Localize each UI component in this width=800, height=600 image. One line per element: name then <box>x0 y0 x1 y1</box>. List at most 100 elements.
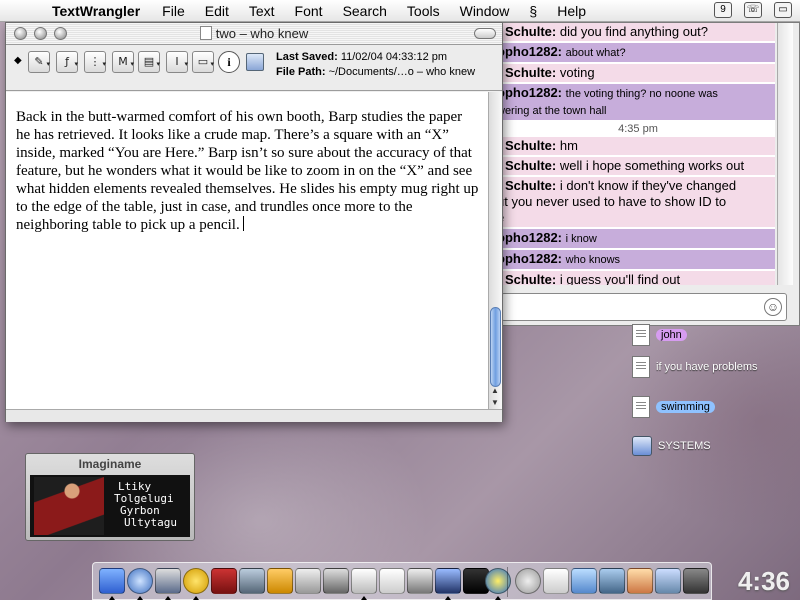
chat-sender: opho1282: <box>501 44 563 59</box>
dock-separator <box>507 567 508 597</box>
chat-message: opho1282: about what? <box>501 43 775 62</box>
system-folder-icon <box>632 436 652 456</box>
scroll-down-arrow-icon[interactable]: ▼ <box>491 398 499 407</box>
desktop-clock: 4:36 <box>737 566 790 596</box>
chat-message-text: did you find anything out? <box>559 24 709 39</box>
network-icon[interactable] <box>323 568 349 594</box>
calculator-icon[interactable] <box>295 568 321 594</box>
desktop-item-if-you-have-problems[interactable]: if you have problems <box>632 356 758 378</box>
mail-icon[interactable] <box>155 568 181 594</box>
chat-message-text: about what? <box>565 47 626 59</box>
chat-message-text: hm <box>559 138 578 153</box>
imaginame-title: Imaginame <box>78 457 142 471</box>
keyboard-layout-icon[interactable]: 9 <box>714 2 732 18</box>
battery-icon[interactable]: ▭ <box>774 2 792 18</box>
gears-icon[interactable] <box>239 568 265 594</box>
document-proxy-icon[interactable] <box>199 26 212 40</box>
chat-transcript: t Schulte: did you find anything out? oph… <box>501 23 775 285</box>
folder-icon[interactable] <box>571 568 597 594</box>
dice-icon[interactable] <box>543 568 569 594</box>
toolbar-toggle-button[interactable] <box>474 28 496 39</box>
chat-message-text: i guess you'll find out <box>559 272 681 285</box>
close-button[interactable] <box>14 27 27 40</box>
file-path-value: ~/Documents/…o – who knew <box>328 66 476 78</box>
chat-message-text: ut you never used to have to show ID to <box>501 194 727 209</box>
menu-file[interactable]: File <box>152 3 195 19</box>
chat-message: t Schulte: did you find anything out? <box>501 23 775 41</box>
textwrangler-window: two – who knew ◆ ✎ ƒ ⋮ M ▤ I ▭ i Last Sa… <box>5 22 503 422</box>
trash-icon[interactable] <box>683 568 709 594</box>
menu-window[interactable]: Window <box>450 3 520 19</box>
finder-icon[interactable] <box>99 568 125 594</box>
pencil-doc-icon[interactable] <box>379 568 405 594</box>
dashboard-icon[interactable] <box>435 568 461 594</box>
chat-sender: t Schulte: <box>501 65 557 80</box>
smiley-icon[interactable]: ☺ <box>764 298 782 316</box>
text-editor-area[interactable]: Back in the butt-warmed comfort of his o… <box>6 92 490 409</box>
robot-icon[interactable] <box>407 568 433 594</box>
file-metadata: Last Saved: 11/02/04 04:33:12 pm File Pa… <box>276 50 475 80</box>
minimize-button[interactable] <box>34 27 47 40</box>
downloads-folder-icon[interactable] <box>655 568 681 594</box>
chat-window: t Schulte: did you find anything out? oph… <box>494 22 800 326</box>
chat-message: t Schulte: hm <box>501 137 775 155</box>
navigation-diamond-icon[interactable]: ◆ <box>14 55 22 66</box>
scroll-up-arrow-icon[interactable]: ▲ <box>491 386 499 395</box>
chat-message-text: who knows <box>565 254 621 266</box>
chat-message: opho1282: the voting thing? no noone was… <box>501 84 775 120</box>
mark-menu-icon[interactable]: M <box>112 51 134 74</box>
menu-edit[interactable]: Edit <box>195 3 239 19</box>
desktop-item-label: if you have problems <box>656 361 758 373</box>
menu-help[interactable]: Help <box>547 3 596 19</box>
desktop-item-label: swimming <box>656 401 715 413</box>
documents-folder-icon[interactable] <box>599 568 625 594</box>
document-options-icon[interactable]: ▤ <box>138 51 160 74</box>
chat-sender: t Schulte: <box>501 158 557 173</box>
last-saved-value: 11/02/04 04:33:12 pm <box>340 51 448 63</box>
window-title-bar[interactable]: two – who knew <box>6 23 502 45</box>
chat-sender: t Schulte: <box>501 24 557 39</box>
menu-tools[interactable]: Tools <box>397 3 450 19</box>
chat-sender: opho1282: <box>501 85 563 100</box>
editor-scrollbar[interactable]: ▲ ▼ <box>488 92 502 409</box>
document-icon <box>632 356 650 378</box>
document-body-text: Back in the butt-warmed comfort of his o… <box>16 109 479 233</box>
running-indicator-icon <box>495 596 501 600</box>
tools-icon[interactable] <box>211 568 237 594</box>
chat-message: opho1282: who knows <box>501 250 775 269</box>
menu-text[interactable]: Text <box>239 3 285 19</box>
applications-folder-icon[interactable] <box>627 568 653 594</box>
folder-menu-icon[interactable]: ▭ <box>192 51 214 74</box>
address-book-icon[interactable] <box>267 568 293 594</box>
info-icon[interactable]: i <box>218 51 240 73</box>
phone-icon[interactable]: ☏ <box>744 2 762 18</box>
imaginame-widget[interactable]: Imaginame Ltiky Tolgelugi Gyrbon Ultytag… <box>25 453 195 541</box>
chat-message: opho1282: i know <box>501 229 775 248</box>
chat-sender: t Schulte: <box>501 272 557 285</box>
desktop-item-swimming[interactable]: swimming <box>632 396 715 418</box>
pencil-icon[interactable]: ✎ <box>28 51 50 74</box>
running-indicator-icon <box>137 596 143 600</box>
marker-menu-icon[interactable]: ⋮ <box>84 51 106 74</box>
at-sign-icon[interactable] <box>515 568 541 594</box>
zoom-button[interactable] <box>54 27 67 40</box>
text-options-icon[interactable]: I <box>166 51 188 74</box>
safari-icon[interactable] <box>127 568 153 594</box>
desktop-item-john[interactable]: john <box>632 324 687 346</box>
chat-scrollbar[interactable] <box>777 23 793 285</box>
scrollbar-thumb[interactable] <box>490 307 501 387</box>
ichat-icon[interactable] <box>183 568 209 594</box>
script-menu-icon[interactable]: § <box>519 3 547 19</box>
menu-search[interactable]: Search <box>333 3 397 19</box>
chat-message-input[interactable]: ☺ <box>501 293 787 321</box>
chat-message-text: the voting thing? no noone was <box>565 88 718 100</box>
desktop-item-systems[interactable]: SYSTEMS <box>632 436 711 456</box>
textedit-icon[interactable] <box>351 568 377 594</box>
window-title: two – who knew <box>215 26 309 41</box>
chat-sender: opho1282: <box>501 230 563 245</box>
menu-font[interactable]: Font <box>285 3 333 19</box>
function-menu-icon[interactable]: ƒ <box>56 51 78 74</box>
text-caret <box>242 216 244 231</box>
menu-app-name[interactable]: TextWrangler <box>40 3 152 19</box>
chat-message-text: voting <box>559 65 595 80</box>
